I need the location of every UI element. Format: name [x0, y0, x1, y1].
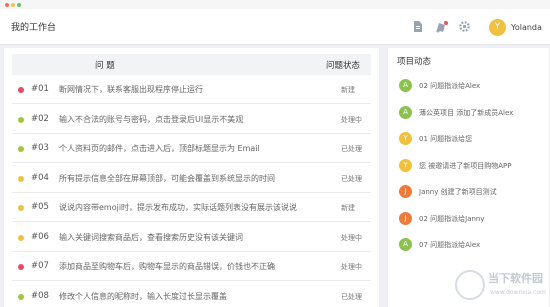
- issue-id: #04: [31, 172, 49, 183]
- issue-status: 已处理: [341, 174, 362, 183]
- issue-status: 已处理: [341, 145, 362, 153]
- table-row[interactable]: #07 添加商品至购物车后，购物车显示的商品错误，价钱也不正确 处理中: [12, 252, 371, 281]
- priority-dot: [18, 87, 24, 93]
- window-titlebar: [0, 0, 550, 9]
- issue-id: #06: [31, 231, 49, 242]
- app-header: 我的工作台 Y Yolanda: [0, 9, 550, 45]
- activity-item[interactable]: A 02 问题指派给Alex: [399, 79, 547, 93]
- priority-dot: [18, 293, 24, 300]
- activity-item[interactable]: A 薄公英项目 添加了新成员Alex: [399, 105, 547, 120]
- close-window-button[interactable]: [5, 3, 9, 7]
- activity-avatar: Y: [399, 158, 412, 172]
- document-icon[interactable]: [411, 20, 424, 33]
- watermark: 当下软件园 www.downxia.com: [455, 268, 546, 304]
- table-row[interactable]: #04 所有提示信息全部在屏幕顶部，可能会覆盖到系统显示的时间 已处理: [12, 164, 371, 193]
- issue-status: 处理中: [341, 233, 362, 242]
- activity-text: Janny 创建了新项目测试: [419, 188, 497, 196]
- activity-text: 07 问题指派给Alex: [419, 241, 481, 249]
- issue-title: 断网情况下，联系客服出现程序停止运行: [59, 85, 203, 94]
- watermark-logo-icon: [455, 270, 485, 300]
- activity-text: 薄公英项目 添加了新成员Alex: [419, 108, 514, 117]
- priority-dot: [18, 116, 24, 123]
- issue-id: #03: [31, 143, 49, 153]
- table-row[interactable]: #08 修改个人信息的昵称时，输入长度过长显示覆盖 已处理: [12, 282, 371, 307]
- activity-item[interactable]: Y 您 被邀请进了新项目购物APP: [399, 158, 547, 173]
- priority-dot: [18, 146, 24, 152]
- activity-title: 项目动态: [397, 57, 432, 67]
- user-name[interactable]: Yolanda: [511, 23, 542, 32]
- watermark-title: 当下软件园: [488, 272, 543, 285]
- issue-status: 处理中: [341, 263, 362, 271]
- issue-status: 处理中: [341, 115, 362, 124]
- table-row[interactable]: #01 断网情况下，联系客服出现程序停止运行 新建: [12, 75, 371, 104]
- issue-title: 输入不合法的账号与密码，点击登录后UI显示不美观: [59, 114, 244, 124]
- issue-title: 添加商品至购物车后，购物车显示的商品错误，价钱也不正确: [59, 262, 275, 271]
- issue-id: #07: [31, 261, 49, 271]
- issue-id: #08: [31, 290, 49, 301]
- page-title: 我的工作台: [11, 23, 57, 33]
- column-header-issue: 问 题: [95, 61, 115, 71]
- notification-badge: [444, 21, 448, 25]
- table-row[interactable]: #05 说说内容带emoji时，提示发布成功，实际话题列表没有展示该说说 新建: [12, 193, 371, 222]
- table-row[interactable]: #02 输入不合法的账号与密码，点击登录后UI显示不美观 处理中: [12, 105, 371, 134]
- activity-item[interactable]: J Janny 创建了新项目测试: [399, 185, 547, 199]
- issue-id: #02: [31, 113, 49, 124]
- table-row[interactable]: #06 输入关键词搜索商品后，查看搜索历史没有该关键词 处理中: [12, 223, 371, 252]
- issue-title: 修改个人信息的昵称时，输入长度过长显示覆盖: [59, 291, 227, 301]
- priority-dot: [18, 234, 24, 241]
- issue-title: 输入关键词搜索商品后，查看搜索历史没有该关键词: [59, 232, 243, 242]
- activity-avatar: A: [399, 79, 412, 92]
- activity-avatar: Y: [399, 132, 412, 145]
- maximize-window-button[interactable]: [17, 3, 21, 7]
- table-row[interactable]: #03 个人资料页的邮件，点击进入后，顶部标题显示为 Email 已处理: [12, 134, 371, 163]
- minimize-window-button[interactable]: [11, 3, 15, 7]
- issue-status: 新建: [341, 204, 355, 212]
- issues-panel: 问 题 问题状态 #01 断网情况下，联系客服出现程序停止运行 新建 #02 输入不合法…: [4, 48, 379, 307]
- activity-text: 您 被邀请进了新项目购物APP: [419, 161, 512, 170]
- activity-avatar: A: [399, 238, 412, 251]
- issue-id: #05: [31, 202, 49, 212]
- priority-dot: [18, 205, 24, 211]
- activity-avatar: J: [399, 211, 412, 225]
- activity-avatar: A: [399, 105, 412, 119]
- priority-dot: [18, 264, 24, 270]
- issue-title: 说说内容带emoji时，提示发布成功，实际话题列表没有展示该说说: [59, 203, 298, 212]
- activity-text: 02 问题指派给Janny: [419, 214, 485, 223]
- issue-title: 个人资料页的邮件，点击进入后，顶部标题显示为 Email: [59, 144, 260, 153]
- activity-item[interactable]: Y 01 问题指派给您: [399, 132, 547, 146]
- activity-item[interactable]: A 07 问题指派给Alex: [399, 238, 547, 252]
- column-header-status: 问题状态: [326, 61, 361, 71]
- issue-status: 已处理: [341, 292, 362, 301]
- activity-avatar: J: [399, 185, 412, 198]
- priority-dot: [18, 175, 24, 182]
- user-avatar[interactable]: Y: [489, 19, 506, 36]
- issue-id: #01: [31, 84, 49, 94]
- issue-title: 所有提示信息全部在屏幕顶部，可能会覆盖到系统显示的时间: [59, 173, 275, 183]
- issue-status: 新建: [341, 86, 355, 94]
- issues-table-header: 问 题 问题状态: [12, 54, 371, 75]
- gear-icon[interactable]: [458, 20, 471, 33]
- activity-item[interactable]: J 02 问题指派给Janny: [399, 211, 547, 226]
- watermark-url: www.downxia.com: [490, 289, 546, 296]
- activity-text: 02 问题指派给Alex: [419, 82, 481, 90]
- activity-text: 01 问题指派给您: [419, 135, 473, 143]
